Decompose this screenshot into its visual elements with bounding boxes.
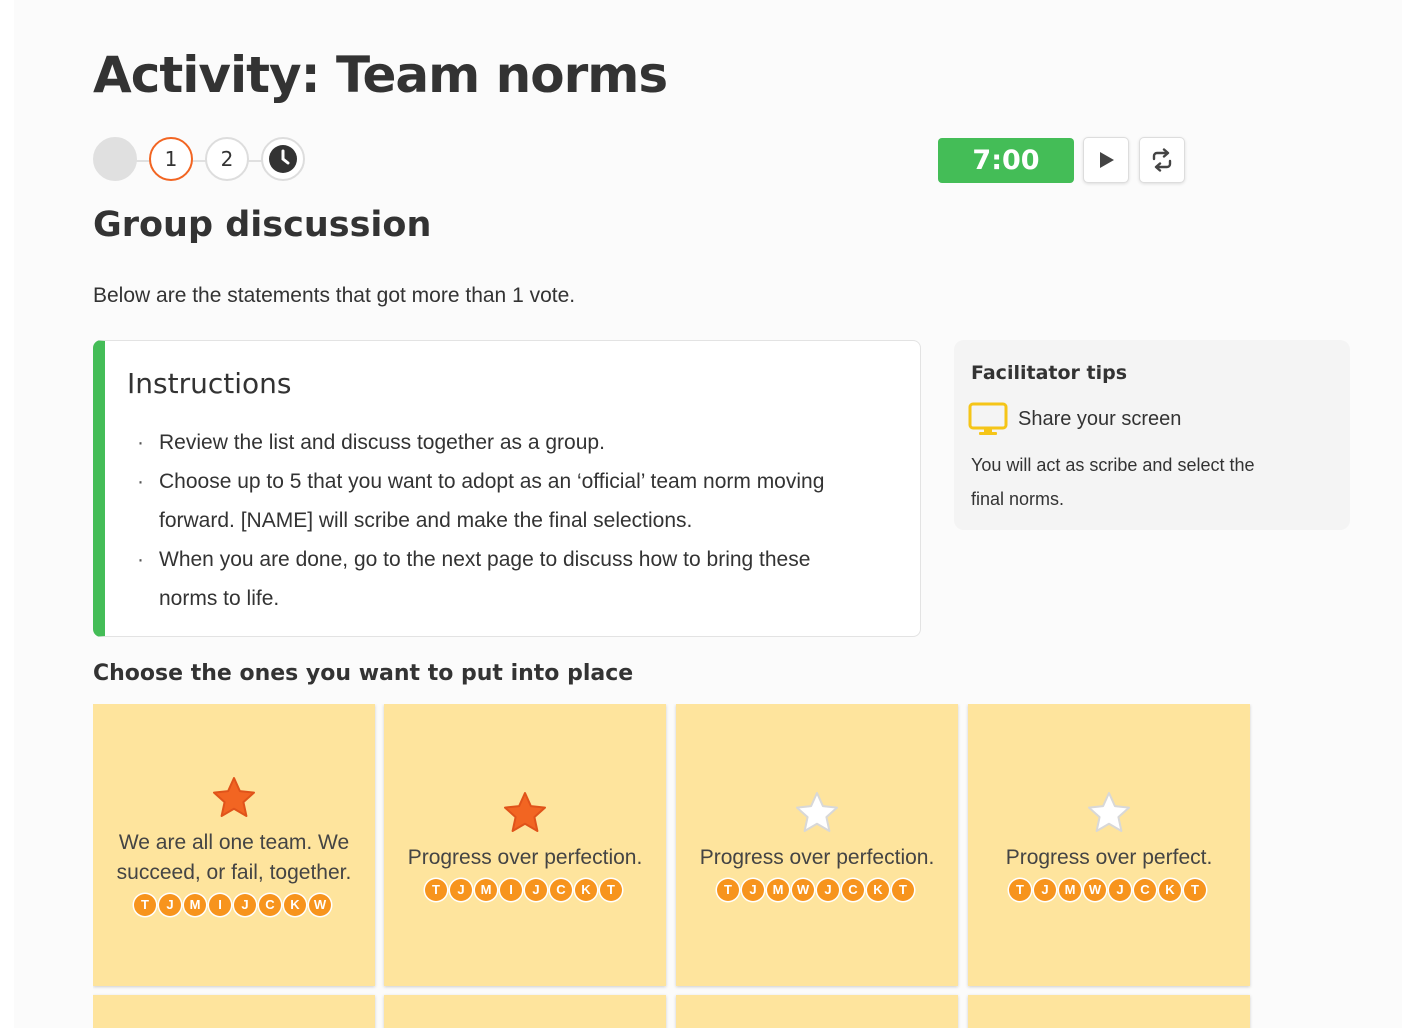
tips-title: Facilitator tips bbox=[971, 362, 1128, 384]
voter-avatar: M bbox=[767, 878, 789, 901]
tips-body: You will act as scribe and select the fi… bbox=[971, 455, 1255, 509]
norm-card[interactable] bbox=[384, 995, 666, 1028]
voter-avatar: T bbox=[600, 878, 622, 901]
step-2-label: 2 bbox=[220, 147, 234, 171]
voter-avatar: C bbox=[842, 878, 864, 901]
voter-avatar: J bbox=[159, 893, 181, 916]
voter-avatar: I bbox=[209, 893, 231, 916]
voter-avatars: TJMIJCKW bbox=[134, 893, 334, 916]
section-title: Group discussion bbox=[93, 205, 432, 245]
step-1[interactable]: 1 bbox=[149, 137, 193, 181]
voter-avatar: J bbox=[1034, 878, 1056, 901]
share-screen-tip: Share your screen bbox=[968, 400, 1181, 438]
facilitator-tips-panel: Facilitator tips Share your screen You w… bbox=[954, 340, 1350, 530]
choose-title: Choose the ones you want to put into pla… bbox=[93, 661, 634, 686]
norm-card-text: Progress over perfection. bbox=[407, 845, 643, 869]
voter-avatar: T bbox=[892, 878, 914, 901]
voter-avatar: M bbox=[475, 878, 497, 901]
instructions-title: Instructions bbox=[127, 367, 292, 400]
voter-avatar: T bbox=[134, 893, 156, 916]
page: Activity: Team norms 1 2 7:00 Group disc… bbox=[14, 0, 1402, 1028]
monitor-icon bbox=[968, 402, 1008, 435]
voter-avatar: K bbox=[867, 878, 889, 901]
instructions-list: Review the list and discuss together as … bbox=[137, 423, 867, 618]
voter-avatar: T bbox=[717, 878, 739, 901]
step-1-label: 1 bbox=[164, 147, 178, 171]
instructions-panel: Instructions Review the list and discuss… bbox=[93, 340, 921, 637]
norm-card-text: We are all one team. We succeed, or fail… bbox=[116, 830, 352, 884]
voter-avatars: TJMIJCKT bbox=[425, 878, 625, 901]
norm-card-text: Progress over perfection. bbox=[699, 845, 935, 869]
voter-avatar: W bbox=[792, 878, 814, 901]
norm-card-text: Progress over perfect. bbox=[1005, 845, 1213, 869]
voter-avatar: K bbox=[1159, 878, 1181, 901]
voter-avatar: C bbox=[550, 878, 572, 901]
lead-text: Below are the statements that got more t… bbox=[93, 284, 576, 307]
step-start[interactable] bbox=[93, 137, 137, 181]
norm-cards-grid: We are all one team. We succeed, or fail… bbox=[93, 704, 1253, 1028]
step-timer[interactable] bbox=[261, 137, 305, 181]
timer-display: 7:00 bbox=[938, 138, 1074, 183]
voter-avatar: T bbox=[1009, 878, 1031, 901]
star-filled-icon[interactable] bbox=[210, 775, 258, 826]
norm-card[interactable]: We are all one team. We succeed, or fail… bbox=[93, 704, 375, 986]
norm-card[interactable] bbox=[93, 995, 375, 1028]
step-2[interactable]: 2 bbox=[205, 137, 249, 181]
instruction-item: Choose up to 5 that you want to adopt as… bbox=[137, 462, 867, 540]
repeat-icon bbox=[1152, 148, 1172, 172]
step-progress: 1 2 bbox=[93, 137, 313, 185]
voter-avatar: J bbox=[525, 878, 547, 901]
voter-avatar: T bbox=[1184, 878, 1206, 901]
star-outline-icon[interactable] bbox=[1085, 790, 1133, 841]
instruction-item: When you are done, go to the next page t… bbox=[137, 540, 867, 618]
voter-avatar: W bbox=[309, 893, 331, 916]
voter-avatars: TJMWJCKT bbox=[1009, 878, 1209, 901]
voter-avatars: TJMWJCKT bbox=[717, 878, 917, 901]
star-outline-icon[interactable] bbox=[793, 790, 841, 841]
voter-avatar: W bbox=[1084, 878, 1106, 901]
share-screen-label: Share your screen bbox=[1018, 407, 1182, 430]
norm-card[interactable]: Progress over perfect. TJMWJCKT bbox=[968, 704, 1250, 986]
voter-avatar: M bbox=[184, 893, 206, 916]
restart-button[interactable] bbox=[1139, 137, 1185, 183]
clock-icon bbox=[269, 145, 297, 173]
page-title: Activity: Team norms bbox=[93, 46, 668, 104]
voter-avatar: K bbox=[575, 878, 597, 901]
norm-card[interactable] bbox=[676, 995, 958, 1028]
voter-avatar: J bbox=[742, 878, 764, 901]
play-button[interactable] bbox=[1083, 137, 1129, 183]
voter-avatar: K bbox=[284, 893, 306, 916]
voter-avatar: J bbox=[1109, 878, 1131, 901]
voter-avatar: M bbox=[1059, 878, 1081, 901]
instruction-item: Review the list and discuss together as … bbox=[137, 423, 867, 462]
voter-avatar: T bbox=[425, 878, 447, 901]
voter-avatar: I bbox=[500, 878, 522, 901]
voter-avatar: C bbox=[1134, 878, 1156, 901]
star-filled-icon[interactable] bbox=[501, 790, 549, 841]
play-icon bbox=[1100, 152, 1114, 168]
voter-avatar: J bbox=[234, 893, 256, 916]
norm-card[interactable]: Progress over perfection. TJMIJCKT bbox=[384, 704, 666, 986]
norm-card[interactable]: Progress over perfection. TJMWJCKT bbox=[676, 704, 958, 986]
voter-avatar: C bbox=[259, 893, 281, 916]
voter-avatar: J bbox=[450, 878, 472, 901]
voter-avatar: J bbox=[817, 878, 839, 901]
norm-card[interactable] bbox=[968, 995, 1250, 1028]
